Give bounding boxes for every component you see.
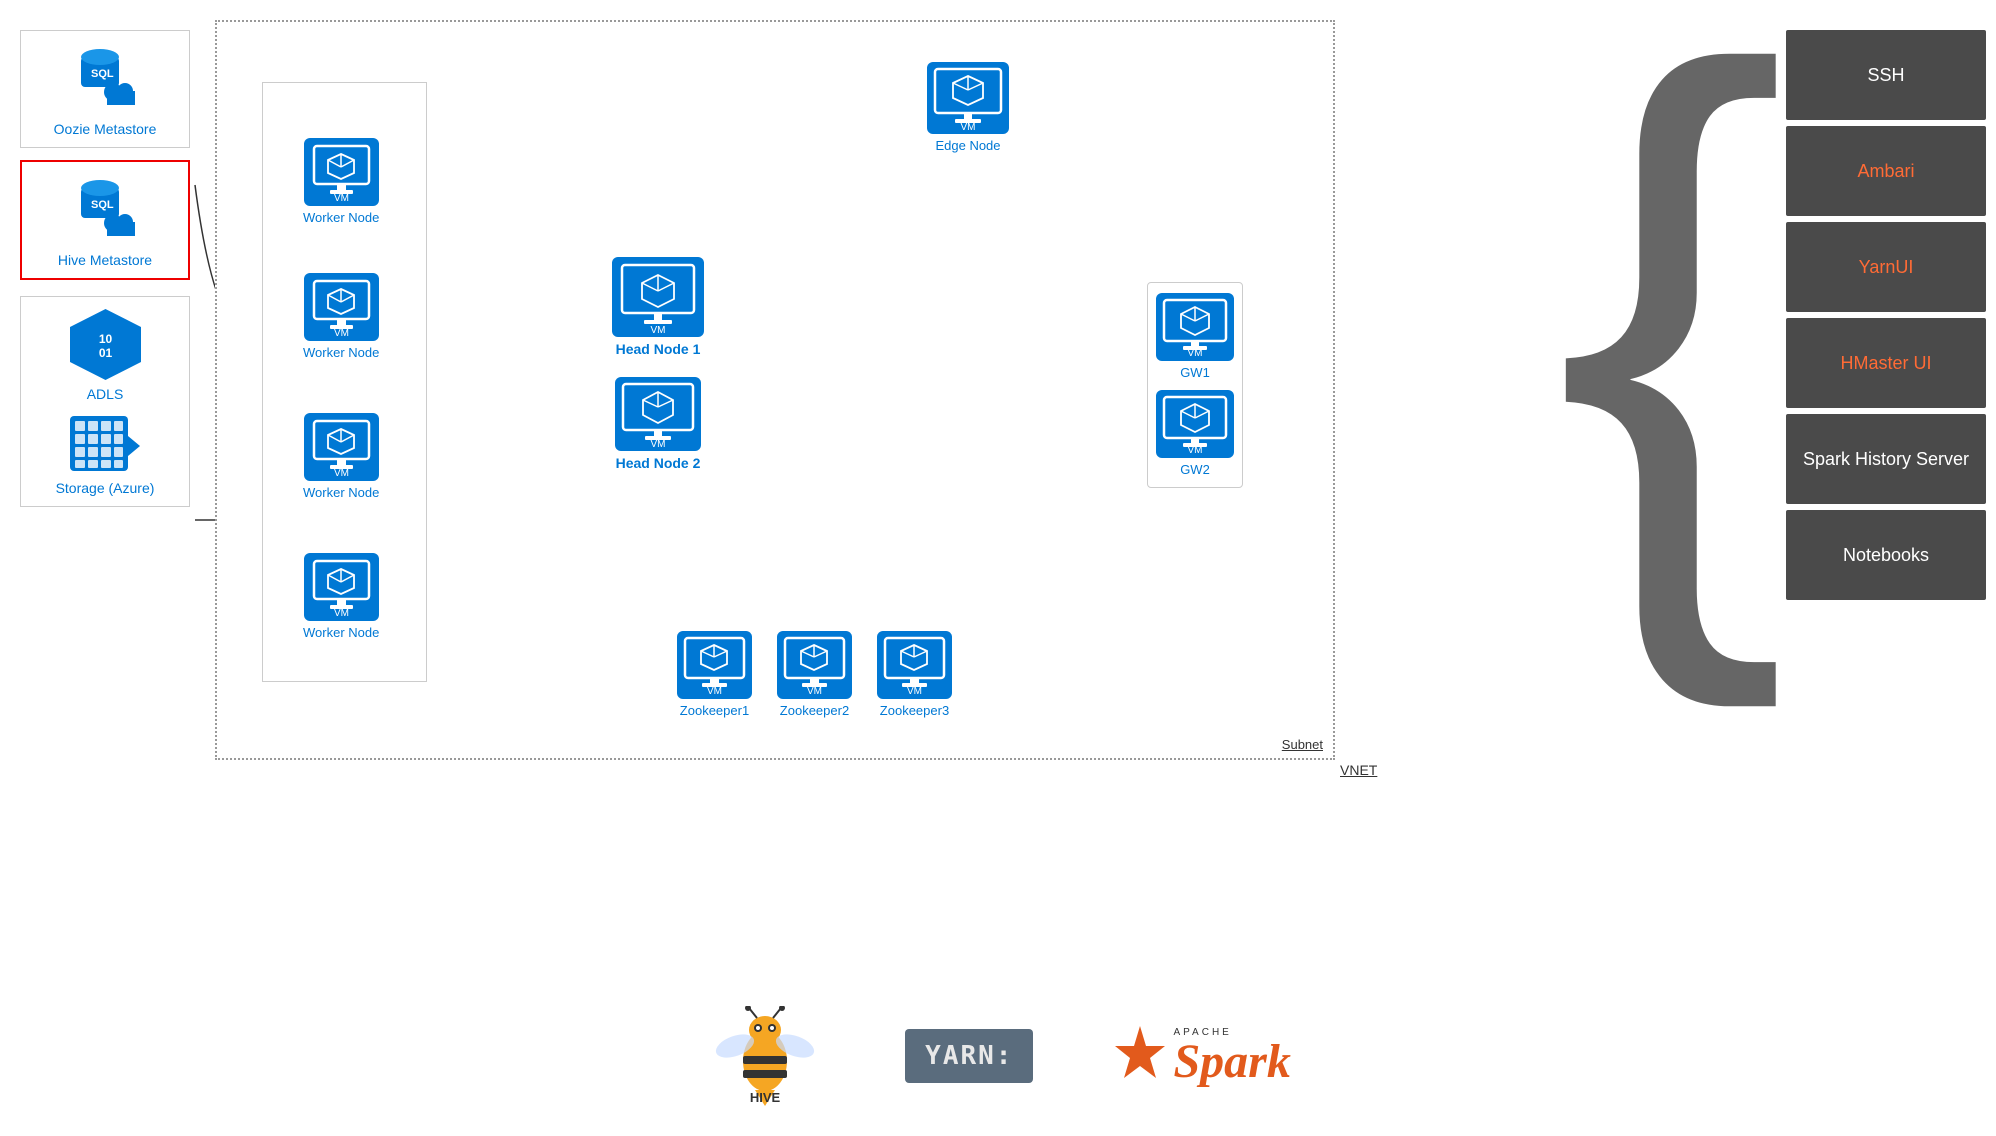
worker-node-1-label: Worker Node (303, 210, 379, 225)
edge-node: VM Edge Node (927, 62, 1009, 153)
svg-text:SQL: SQL (91, 199, 114, 211)
svg-text:VM: VM (334, 328, 349, 339)
ambari-button[interactable]: Ambari (1786, 126, 1986, 216)
svg-text:VM: VM (651, 439, 666, 450)
hive-sql-icon: SQL (69, 172, 141, 244)
ssh-button[interactable]: SSH (1786, 30, 1986, 120)
hive-logo: HIVE (705, 1006, 825, 1106)
worker-node-1: VM Worker Node (303, 138, 379, 225)
storage-icon (70, 416, 140, 476)
adls-icon: 10 01 (68, 307, 143, 382)
zookeeper-1: VM Zookeeper1 (677, 631, 752, 718)
vm-icon-gw1: VM (1156, 293, 1234, 361)
subnet-label: Subnet (1282, 737, 1323, 752)
vm-icon-zk2: VM (777, 631, 852, 699)
svg-text:SQL: SQL (91, 68, 114, 80)
ssh-label: SSH (1867, 65, 1904, 86)
svg-text:VM: VM (334, 468, 349, 479)
spark-history-label: Spark History Server (1793, 449, 1979, 470)
svg-text:VM: VM (334, 193, 349, 204)
hmaster-label: HMaster UI (1840, 353, 1931, 374)
vm-icon-worker3: VM (304, 413, 379, 481)
vm-icon-worker1: VM (304, 138, 379, 206)
ambari-label: Ambari (1857, 161, 1914, 182)
spark-icon (1113, 1026, 1168, 1081)
right-panel: SSH Ambari YarnUI HMaster UI Spark Histo… (1786, 30, 1986, 600)
worker-node-2-label: Worker Node (303, 345, 379, 360)
zookeeper-3: VM Zookeeper3 (877, 631, 952, 718)
worker-node-3-label: Worker Node (303, 485, 379, 500)
vm-icon-head1: VM (612, 257, 704, 337)
right-bracket: { (1554, 32, 1788, 606)
zookeeper-area: VM Zookeeper1 VM Zookeeper2 (677, 631, 952, 718)
oozie-metastore-box: SQL Oozie Metastore (20, 30, 190, 148)
zookeeper-2-label: Zookeeper2 (780, 703, 849, 718)
zookeeper-2: VM Zookeeper2 (777, 631, 852, 718)
hive-label: Hive Metastore (58, 252, 152, 268)
hive-bee-icon: HIVE (705, 1006, 825, 1106)
svg-text:VM: VM (651, 325, 666, 336)
worker-node-2: VM Worker Node (303, 273, 379, 360)
svg-text:VM: VM (707, 686, 722, 697)
svg-text:VM: VM (1188, 445, 1203, 456)
adls-block: 10 01 ADLS (68, 307, 143, 402)
vm-icon-edge: VM (927, 62, 1009, 134)
hive-metastore-box: SQL Hive Metastore (20, 160, 190, 280)
footer: HIVE YARN: APACHE Spark (350, 1006, 1646, 1106)
storage-box: 10 01 ADLS (20, 296, 190, 507)
storage-label: Storage (Azure) (56, 480, 155, 496)
svg-text:01: 01 (98, 346, 112, 360)
edge-node-label: Edge Node (935, 138, 1000, 153)
yarnui-label: YarnUI (1859, 257, 1914, 278)
zookeeper-1-label: Zookeeper1 (680, 703, 749, 718)
svg-text:VM: VM (1188, 348, 1203, 359)
spark-history-button[interactable]: Spark History Server (1786, 414, 1986, 504)
svg-text:VM: VM (334, 608, 349, 619)
gw2: VM GW2 (1156, 390, 1234, 477)
gw1-label: GW1 (1180, 365, 1210, 380)
vm-icon-worker2: VM (304, 273, 379, 341)
worker-node-4: VM Worker Node (303, 553, 379, 640)
head-node-1: VM Head Node 1 (612, 257, 704, 357)
svg-text:VM: VM (807, 686, 822, 697)
vm-icon-zk3: VM (877, 631, 952, 699)
adls-label: ADLS (87, 386, 124, 402)
gw2-label: GW2 (1180, 462, 1210, 477)
svg-text:10: 10 (98, 332, 112, 346)
zookeeper-3-label: Zookeeper3 (880, 703, 949, 718)
head-node-2-label: Head Node 2 (616, 455, 701, 471)
oozie-label: Oozie Metastore (54, 121, 157, 137)
vm-icon-worker4: VM (304, 553, 379, 621)
svg-text:HIVE: HIVE (750, 1090, 781, 1105)
head-node-2: VM Head Node 2 (612, 377, 704, 471)
vm-icon-gw2: VM (1156, 390, 1234, 458)
hmaster-button[interactable]: HMaster UI (1786, 318, 1986, 408)
notebooks-button[interactable]: Notebooks (1786, 510, 1986, 600)
yarn-label: YARN: (925, 1041, 1013, 1071)
yarn-logo: YARN: (905, 1029, 1033, 1083)
vnet-label: VNET (1340, 762, 1377, 778)
gateway-area: VM GW1 VM GW2 (1147, 282, 1243, 488)
svg-text:VM: VM (961, 122, 976, 133)
worker-node-3: VM Worker Node (303, 413, 379, 500)
spark-label: Spark (1173, 1038, 1290, 1086)
gw1: VM GW1 (1156, 293, 1234, 380)
vm-icon-zk1: VM (677, 631, 752, 699)
svg-text:VM: VM (907, 686, 922, 697)
vnet-area: Subnet VM Worker Node (215, 20, 1335, 760)
head-node-1-label: Head Node 1 (616, 341, 701, 357)
storage-azure-block: Storage (Azure) (56, 416, 155, 496)
yarnui-button[interactable]: YarnUI (1786, 222, 1986, 312)
worker-node-4-label: Worker Node (303, 625, 379, 640)
left-panel: SQL Oozie Metastore SQL Hive Metastore 1 (20, 30, 190, 507)
oozie-sql-icon: SQL (69, 41, 141, 113)
vm-icon-head2: VM (615, 377, 701, 451)
spark-logo: APACHE Spark (1113, 1026, 1290, 1086)
head-nodes-area: VM Head Node 1 VM Head Node 2 (612, 257, 704, 471)
worker-nodes-area: VM Worker Node VM Worker Node (262, 82, 427, 682)
notebooks-label: Notebooks (1843, 545, 1929, 566)
